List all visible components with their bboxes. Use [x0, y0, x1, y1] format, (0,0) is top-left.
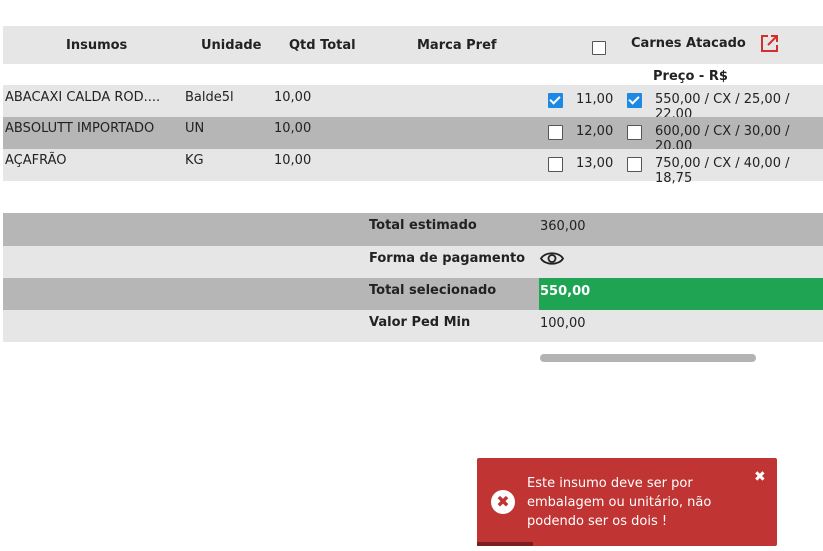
- valor-ped-min-label: Valor Ped Min: [369, 315, 471, 330]
- total-selecionado-label: Total selecionado: [369, 283, 497, 298]
- select-all-checkbox[interactable]: [592, 41, 606, 55]
- row-insumo: ABSOLUTT IMPORTADO: [5, 121, 155, 136]
- row-qty-checkbox[interactable]: [548, 93, 563, 108]
- horizontal-scrollbar[interactable]: [540, 354, 756, 362]
- row-qty-checkbox[interactable]: [548, 125, 563, 140]
- price-label: Preço - R$: [653, 69, 728, 84]
- row-qtd: 10,00: [274, 121, 312, 136]
- total-selecionado-value: 550,00: [540, 284, 591, 299]
- eye-icon[interactable]: [540, 250, 564, 267]
- row-insumo: ABACAXI CALDA ROD....: [5, 90, 161, 105]
- external-link-icon[interactable]: [760, 34, 779, 53]
- row-price-checkbox[interactable]: [627, 157, 642, 172]
- toast-progress: [477, 542, 533, 546]
- row-insumo: AÇAFRÃO: [5, 153, 67, 168]
- row-qtd: 10,00: [274, 153, 312, 168]
- error-icon: ✖: [491, 490, 515, 514]
- error-toast: ✖ Este insumo deve ser por embalagem ou …: [477, 458, 777, 546]
- row-unidade: UN: [185, 121, 205, 136]
- col-header-unidade[interactable]: Unidade: [201, 38, 261, 53]
- col-header-qtd-total[interactable]: Qtd Total: [289, 38, 356, 53]
- total-estimado-value: 360,00: [540, 219, 586, 234]
- row-price-checkbox[interactable]: [627, 125, 642, 140]
- toast-message: Este insumo deve ser por embalagem ou un…: [527, 476, 712, 529]
- row-qty-value: 13,00: [576, 156, 614, 171]
- row-qty-checkbox[interactable]: [548, 157, 563, 172]
- close-icon[interactable]: ✖: [754, 469, 766, 485]
- col-header-marca-pref[interactable]: Marca Pref: [417, 38, 497, 53]
- valor-ped-min-value: 100,00: [540, 316, 586, 331]
- row-qtd: 10,00: [274, 90, 312, 105]
- row-price-text: 750,00 / CX / 40,00 / 18,75: [655, 156, 790, 186]
- row-price-checkbox[interactable]: [627, 93, 642, 108]
- col-header-insumos[interactable]: Insumos: [66, 38, 127, 53]
- supplier-name: Carnes Atacado: [631, 36, 746, 51]
- row-unidade: KG: [185, 153, 204, 168]
- row-qty-value: 11,00: [576, 92, 614, 107]
- total-estimado-label: Total estimado: [369, 218, 477, 233]
- row-qty-value: 12,00: [576, 124, 614, 139]
- row-unidade: Balde5l: [185, 90, 234, 105]
- forma-pagamento-label: Forma de pagamento: [369, 251, 526, 266]
